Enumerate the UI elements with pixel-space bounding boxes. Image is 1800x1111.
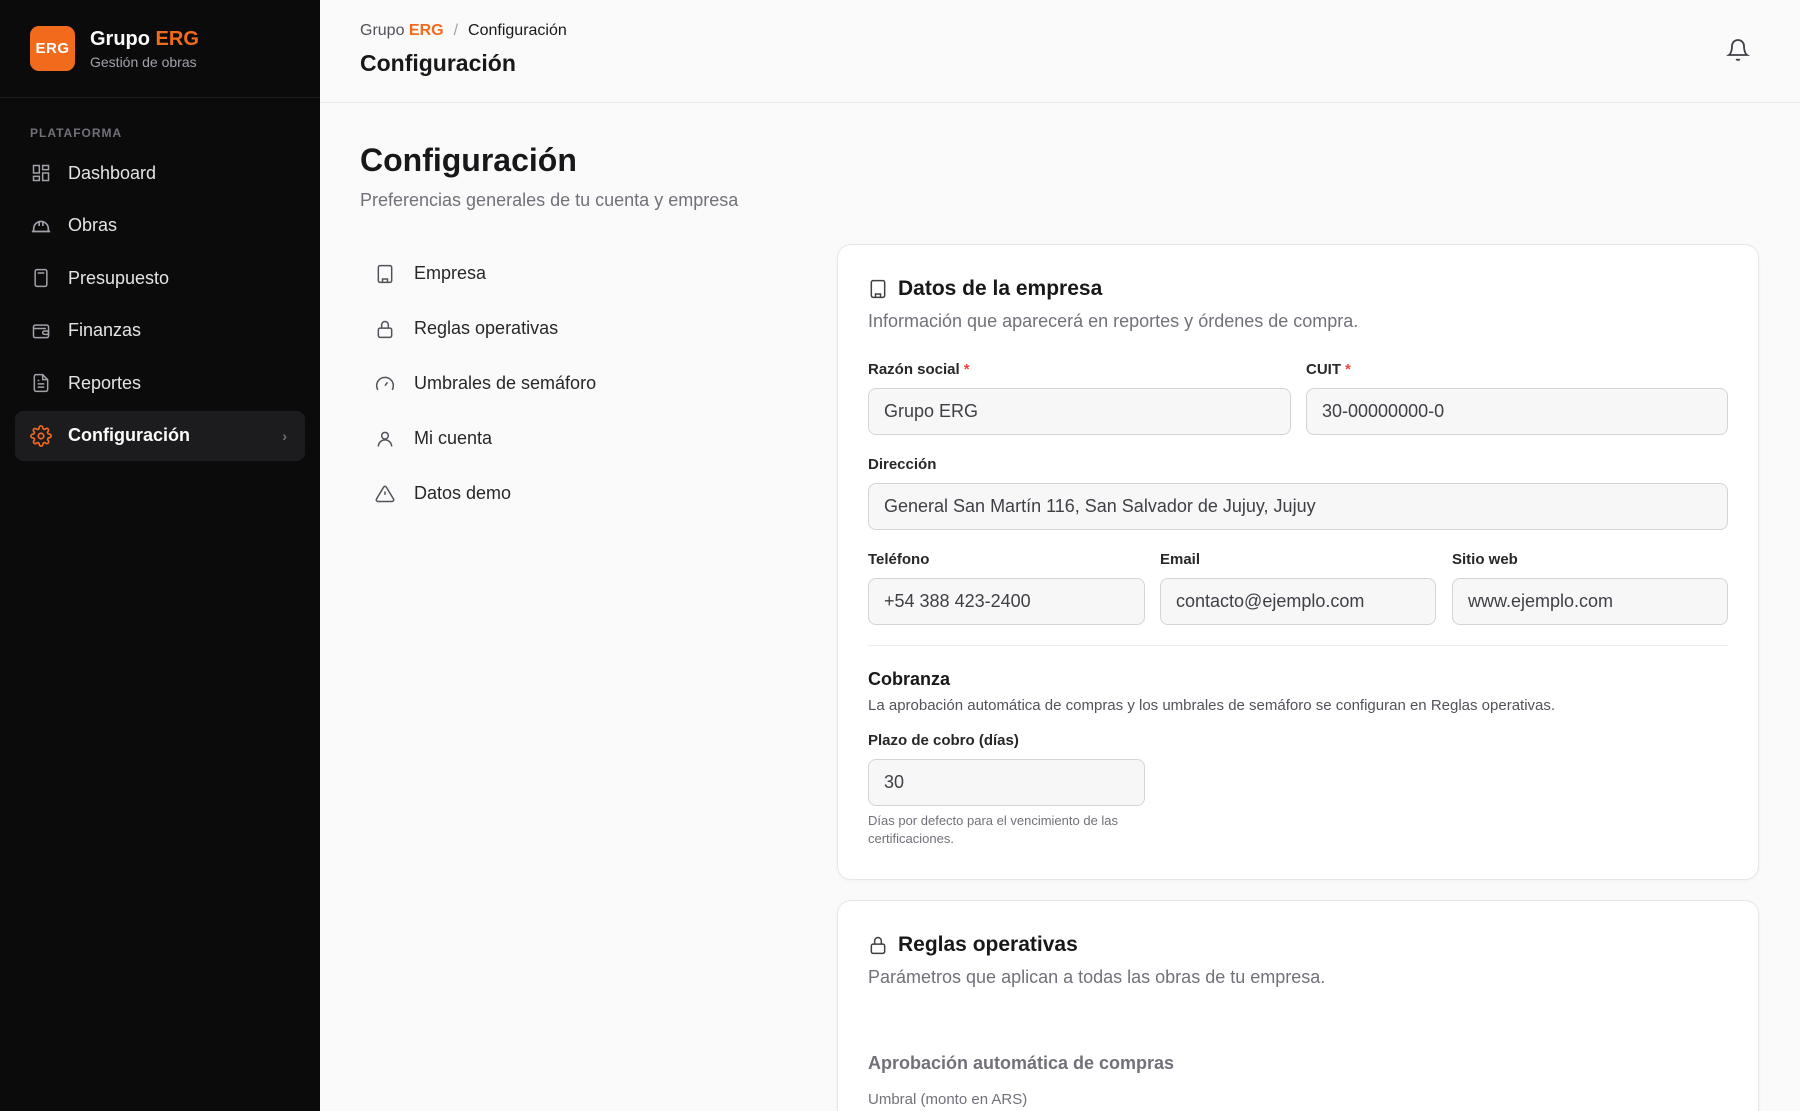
subnav-item-reglas[interactable]: Reglas operativas (360, 301, 760, 356)
subnav-label: Mi cuenta (414, 428, 493, 448)
bell-icon[interactable] (1726, 38, 1752, 64)
rules-card: Reglas operativas Parámetros que aplican… (837, 900, 1759, 1111)
brand-subtitle: Gestión de obras (90, 53, 197, 70)
calculator-icon (30, 267, 52, 289)
direccion-label: Dirección (868, 456, 937, 473)
topbar: Grupo ERG / Configuración Configuración (320, 0, 1800, 103)
gear-icon (30, 424, 52, 447)
subnav-item-datos-demo[interactable]: Datos demo (360, 466, 760, 521)
breadcrumb-root-accent: ERG (408, 22, 444, 39)
company-card: Datos de la empresa Información que apar… (837, 244, 1759, 880)
direccion-input[interactable] (868, 483, 1728, 530)
user-icon (374, 428, 396, 450)
sidebar-item-label: Configuración (68, 425, 190, 445)
file-text-icon (30, 372, 52, 394)
sidebar: ERG Grupo ERG Gestión de obras PLATAFORM… (0, 0, 320, 1111)
lock-icon (868, 934, 890, 956)
required-mark: * (1345, 361, 1351, 378)
subnav-label: Empresa (414, 263, 487, 283)
auto-approval-title: Aprobación automática de compras (868, 1053, 1175, 1073)
subnav-item-empresa[interactable]: Empresa (360, 246, 760, 301)
telefono-input[interactable] (868, 578, 1145, 625)
razon-social-label: Razón social * (868, 361, 970, 378)
subnav-item-umbrales[interactable]: Umbrales de semáforo (360, 356, 760, 411)
subnav-item-mi-cuenta[interactable]: Mi cuenta (360, 411, 760, 466)
plazo-cobro-help: Días por defecto para el vencimiento de … (868, 813, 1119, 846)
building-icon (374, 263, 396, 285)
warning-icon (374, 483, 396, 505)
subnav-label: Reglas operativas (414, 318, 559, 338)
breadcrumb-current: Configuración (468, 22, 567, 39)
card-title: Datos de la empresa (898, 277, 1103, 300)
razon-social-input[interactable] (868, 388, 1291, 435)
grid-icon (30, 162, 52, 184)
sidebar-item-presupuesto[interactable]: Presupuesto (15, 253, 305, 303)
card-title: Reglas operativas (898, 933, 1078, 956)
building-icon (868, 278, 890, 300)
web-label: Sitio web (1452, 551, 1518, 568)
breadcrumb-root[interactable]: Grupo ERG (360, 22, 444, 40)
sidebar-nav: Dashboard Obras Presupuesto Finanzas Rep… (0, 148, 320, 461)
cuit-input[interactable] (1306, 388, 1728, 435)
sidebar-item-reportes[interactable]: Reportes (15, 358, 305, 408)
topbar-title: Configuración (360, 50, 516, 76)
sidebar-item-obras[interactable]: Obras (15, 201, 305, 251)
card-description: Información que aparecerá en reportes y … (868, 311, 1359, 331)
subnav-label: Umbrales de semáforo (414, 373, 597, 393)
brand-name-accent: ERG (155, 27, 199, 50)
sidebar-item-configuracion[interactable]: Configuración › (15, 410, 305, 461)
brand-logo: ERG (30, 26, 75, 71)
wallet-icon (30, 320, 52, 342)
required-mark: * (963, 361, 970, 378)
breadcrumb-separator: / (453, 22, 459, 39)
nav-section-label: PLATAFORMA (30, 126, 123, 140)
plazo-cobro-input[interactable] (868, 759, 1145, 806)
chevron-right-icon: › (282, 427, 287, 444)
sidebar-item-label: Obras (68, 215, 118, 235)
email-label: Email (1160, 551, 1201, 568)
threshold-label: Umbral (monto en ARS) (868, 1091, 1028, 1108)
sidebar-item-label: Presupuesto (68, 267, 170, 288)
breadcrumb: Grupo ERG / Configuración (360, 22, 567, 40)
telefono-label: Teléfono (868, 551, 930, 568)
sidebar-item-label: Dashboard (68, 162, 157, 183)
cobranza-description: La aprobación automática de compras y lo… (868, 697, 1556, 714)
settings-subnav: Empresa Reglas operativas Umbrales de se… (360, 246, 760, 521)
divider (868, 645, 1728, 646)
sidebar-item-finanzas[interactable]: Finanzas (15, 306, 305, 356)
brand[interactable]: ERG Grupo ERG Gestión de obras (0, 0, 320, 98)
web-input[interactable] (1452, 578, 1728, 625)
sidebar-item-dashboard[interactable]: Dashboard (15, 148, 305, 198)
card-description: Parámetros que aplican a todas las obras… (868, 967, 1326, 987)
email-input[interactable] (1160, 578, 1436, 625)
plazo-cobro-label: Plazo de cobro (días) (868, 732, 1019, 749)
hardhat-icon (30, 215, 52, 237)
sidebar-item-label: Finanzas (68, 320, 142, 340)
brand-name: Grupo ERG (90, 27, 199, 50)
gauge-icon (374, 373, 396, 395)
sidebar-item-label: Reportes (68, 372, 142, 393)
cobranza-title: Cobranza (868, 669, 951, 689)
cuit-label: CUIT * (1306, 361, 1351, 378)
page-subtitle: Preferencias generales de tu cuenta y em… (360, 190, 739, 210)
subnav-label: Datos demo (414, 483, 512, 503)
page-title: Configuración (360, 142, 577, 178)
lock-icon (374, 318, 396, 340)
